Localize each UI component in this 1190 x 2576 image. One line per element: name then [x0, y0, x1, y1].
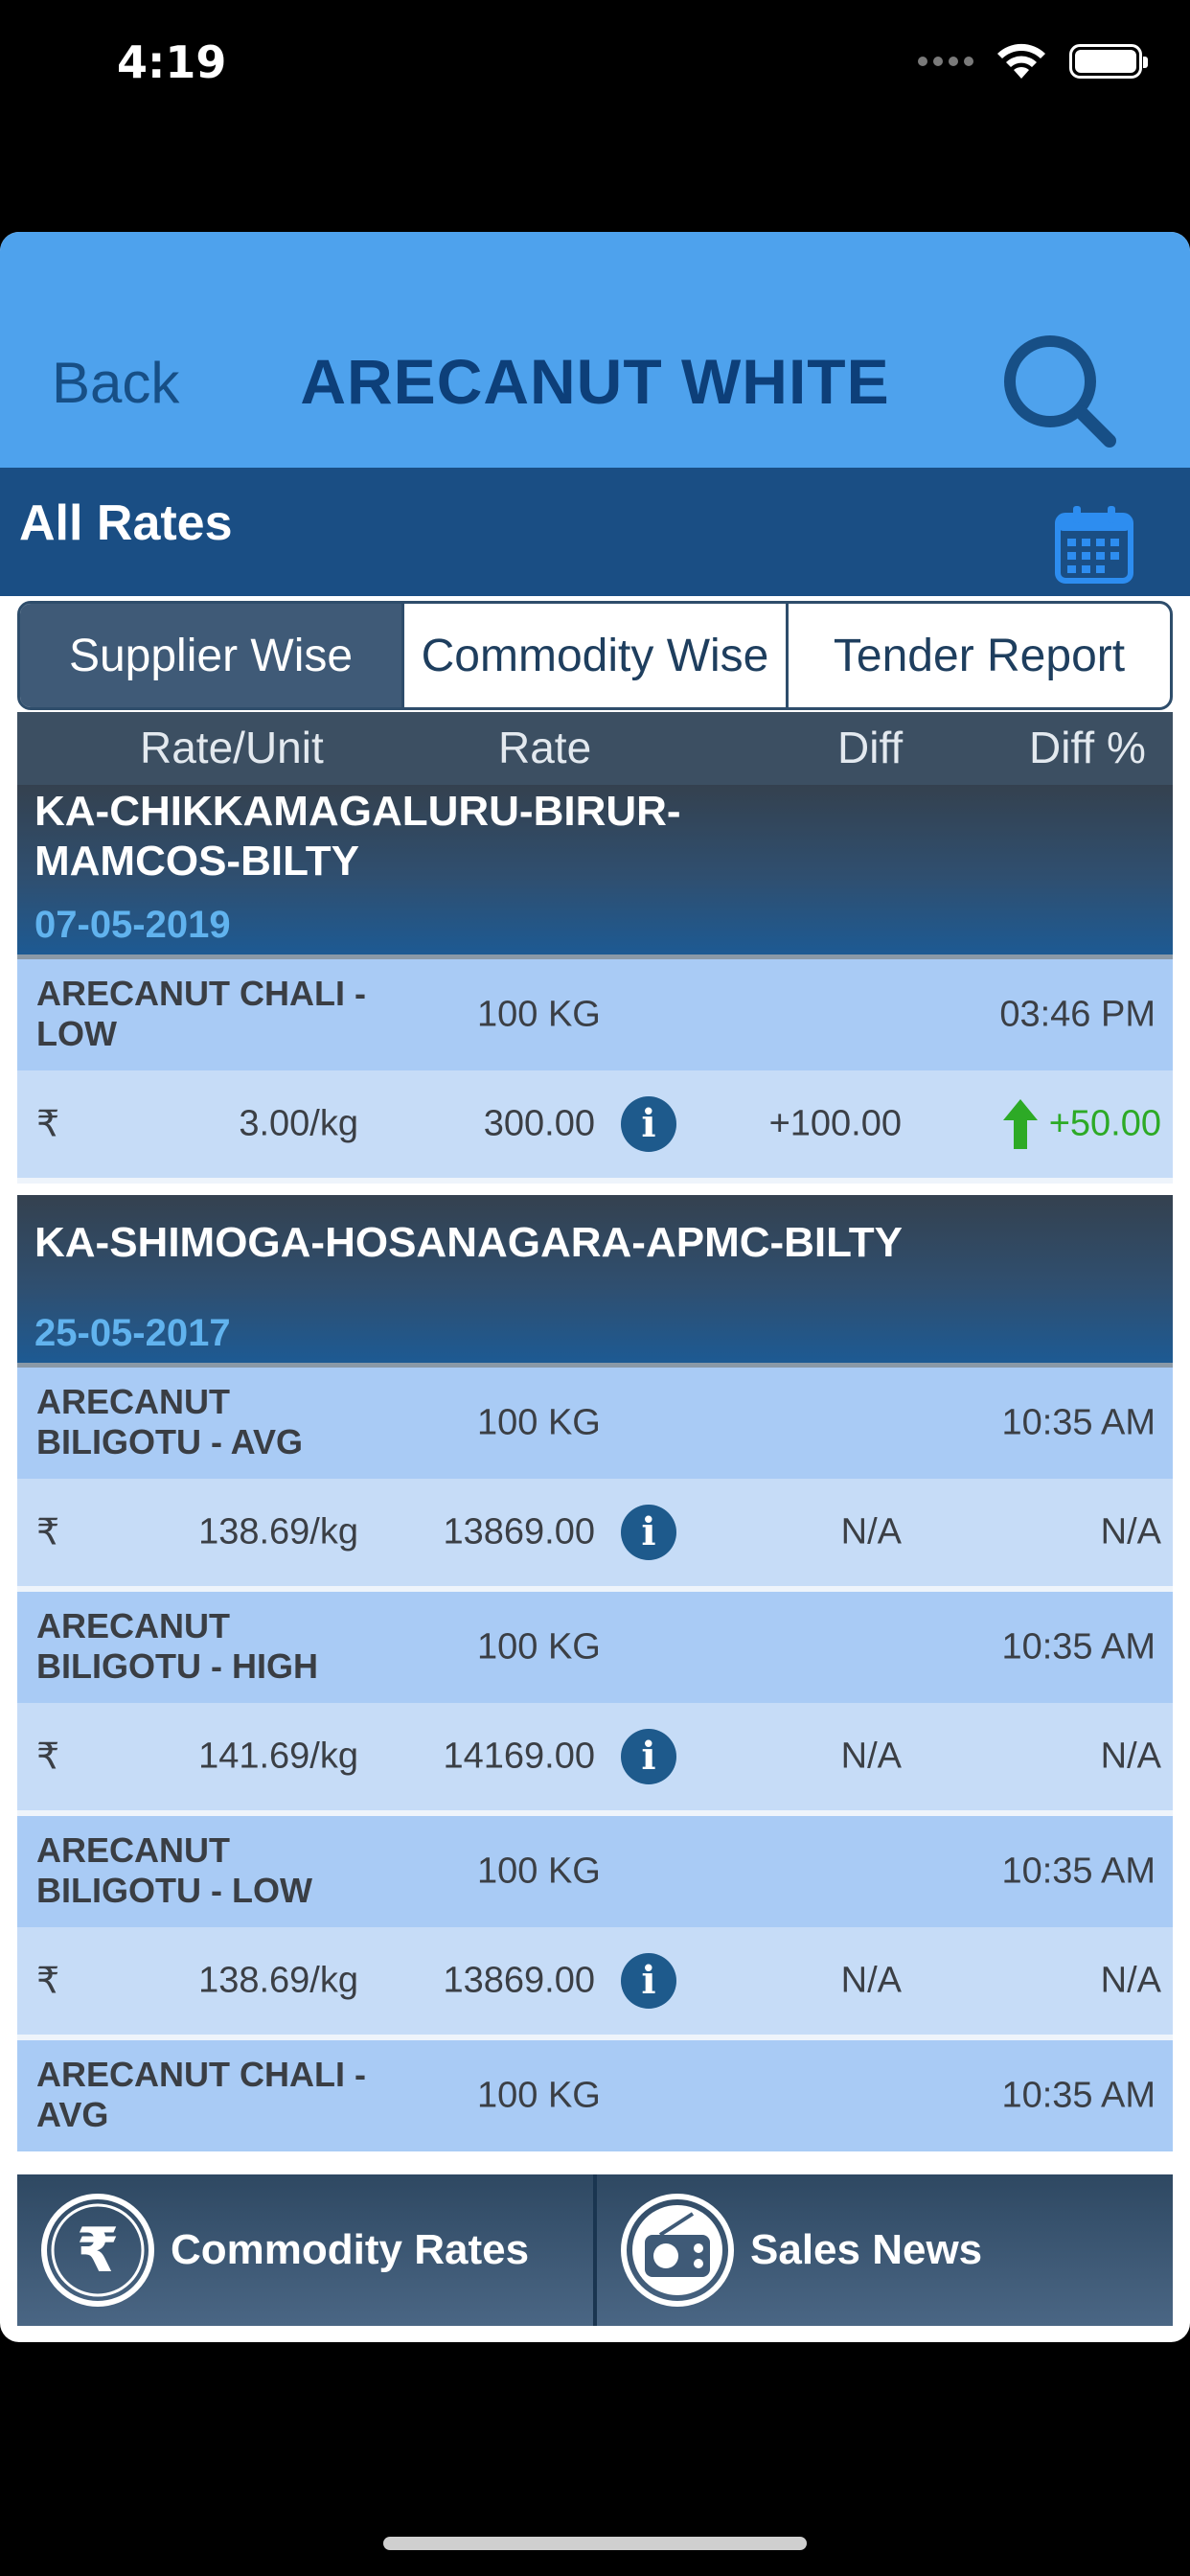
item-rate: 14169.00 — [443, 1736, 596, 1777]
home-indicator[interactable] — [383, 2537, 807, 2550]
list-item[interactable]: ARECANUT CHALI - LOW 100 KG 03:46 PM ₹ 3… — [17, 959, 1173, 1184]
up-arrow-icon — [1003, 1099, 1038, 1149]
item-name: ARECANUT BILIGOTU - HIGH — [36, 1606, 318, 1686]
info-icon[interactable]: i — [621, 1096, 676, 1152]
item-time: 10:35 AM — [1001, 2075, 1156, 2116]
item-diff-pct: N/A — [1100, 1960, 1161, 2001]
item-name: ARECANUT BILIGOTU - AVG — [36, 1382, 303, 1461]
item-diff-pct: +50.00 — [1048, 1103, 1161, 1144]
segment-tabs: Supplier Wise Commodity Wise Tender Repo… — [17, 601, 1173, 710]
column-rate-unit: Rate/Unit — [140, 723, 324, 772]
currency-symbol: ₹ — [36, 1961, 60, 2002]
item-rate: 13869.00 — [443, 1511, 596, 1552]
wifi-icon — [997, 43, 1045, 79]
item-diff: N/A — [840, 1736, 902, 1777]
tab-label: Commodity Rates — [171, 2226, 530, 2273]
group-name: KA-SHIMOGA-HOSANAGARA-APMC-BILTY — [34, 1219, 903, 1266]
item-rate: 13869.00 — [443, 1960, 596, 2001]
column-header-row: Rate/Unit Rate Diff Diff % — [17, 712, 1173, 785]
svg-text:₹: ₹ — [77, 2216, 120, 2287]
list-item[interactable]: ARECANUT BILIGOTU - HIGH 100 KG 10:35 AM… — [17, 1592, 1173, 1816]
currency-symbol: ₹ — [36, 1512, 60, 1553]
search-icon[interactable] — [996, 328, 1121, 452]
section-title: All Rates — [19, 495, 233, 551]
rates-list[interactable]: Rate/Unit Rate Diff Diff % KA-CHIKKAMAGA… — [17, 712, 1173, 2157]
info-icon[interactable]: i — [621, 1953, 676, 2009]
item-diff: +100.00 — [768, 1103, 902, 1144]
cellular-signal-icon — [918, 57, 973, 66]
currency-symbol: ₹ — [36, 1104, 60, 1145]
info-icon[interactable]: i — [621, 1729, 676, 1784]
item-unit: 100 KG — [477, 1626, 601, 1668]
tab-supplier-wise[interactable]: Supplier Wise — [20, 604, 401, 707]
item-diff-pct: N/A — [1100, 1511, 1161, 1552]
item-title-row: ARECANUT BILIGOTU - LOW 100 KG 10:35 AM — [17, 1816, 1173, 1927]
item-time: 10:35 AM — [1001, 1851, 1156, 1892]
item-title-row: ARECANUT CHALI - LOW 100 KG 03:46 PM — [17, 959, 1173, 1070]
item-name: ARECANUT CHALI - AVG — [36, 2055, 366, 2134]
group-header: KA-SHIMOGA-HOSANAGARA-APMC-BILTY 25-05-2… — [17, 1195, 1173, 1368]
item-rate-unit: 138.69/kg — [198, 1960, 358, 2001]
app-window: Back ARECANUT WHITE All Rates Supplier W… — [0, 232, 1190, 2342]
item-title-row: ARECANUT CHALI - AVG 100 KG 10:35 AM — [17, 2040, 1173, 2151]
item-unit: 100 KG — [477, 1402, 601, 1443]
item-rate-row: ₹ 141.69/kg 14169.00 i N/A N/A — [17, 1703, 1173, 1816]
list-item[interactable]: ARECANUT BILIGOTU - AVG 100 KG 10:35 AM … — [17, 1368, 1173, 1592]
status-icons — [918, 42, 1148, 80]
item-rate-unit: 141.69/kg — [198, 1736, 358, 1777]
item-time: 10:35 AM — [1001, 1626, 1156, 1668]
item-rate: 300.00 — [483, 1103, 595, 1144]
item-name: ARECANUT BILIGOTU - LOW — [36, 1830, 312, 1910]
item-rate-row: ₹ 138.69/kg 13869.00 i N/A N/A — [17, 1927, 1173, 2040]
item-unit: 100 KG — [477, 2075, 601, 2116]
list-item[interactable]: ARECANUT BILIGOTU - LOW 100 KG 10:35 AM … — [17, 1816, 1173, 2040]
tab-tender-report[interactable]: Tender Report — [786, 604, 1170, 707]
group-date: 07-05-2019 — [34, 904, 231, 946]
calendar-icon[interactable] — [1054, 504, 1134, 585]
nav-bar: Back ARECANUT WHITE — [0, 232, 1190, 468]
tab-sales-news[interactable]: Sales News — [593, 2174, 1173, 2326]
tab-commodity-rates[interactable]: ₹ Commodity Rates — [17, 2174, 593, 2326]
item-name: ARECANUT CHALI - LOW — [36, 974, 366, 1053]
item-time: 10:35 AM — [1001, 1402, 1156, 1443]
item-rate-row: ₹ 3.00/kg 300.00 i +100.00 +50.00 — [17, 1070, 1173, 1184]
battery-icon — [1069, 44, 1148, 79]
group-date: 25-05-2017 — [34, 1312, 231, 1354]
item-rate-unit: 138.69/kg — [198, 1511, 358, 1552]
column-rate: Rate — [498, 723, 592, 772]
list-item[interactable]: ARECANUT CHALI - AVG 100 KG 10:35 AM — [17, 2040, 1173, 2151]
item-unit: 100 KG — [477, 994, 601, 1035]
item-time: 03:46 PM — [999, 994, 1156, 1035]
tab-label: Sales News — [750, 2226, 983, 2273]
item-diff: N/A — [840, 1511, 902, 1552]
sub-header: All Rates — [0, 468, 1190, 596]
item-title-row: ARECANUT BILIGOTU - AVG 100 KG 10:35 AM — [17, 1368, 1173, 1479]
group-header: KA-CHIKKAMAGALURU-BIRUR-MAMCOS-BILTY 07-… — [17, 785, 1173, 959]
bottom-tab-bar: ₹ Commodity Rates Sales News — [17, 2174, 1173, 2326]
group-name: KA-CHIKKAMAGALURU-BIRUR-MAMCOS-BILTY — [34, 788, 681, 885]
column-diff: Diff — [837, 723, 904, 772]
tab-commodity-wise[interactable]: Commodity Wise — [401, 604, 786, 707]
column-diff-pct: Diff % — [1029, 723, 1146, 772]
info-icon[interactable]: i — [621, 1505, 676, 1560]
item-unit: 100 KG — [477, 1851, 601, 1892]
status-time: 4:19 — [117, 36, 227, 88]
currency-symbol: ₹ — [36, 1736, 60, 1778]
rupee-icon: ₹ — [41, 2194, 154, 2307]
item-rate-row: ₹ 138.69/kg 13869.00 i N/A N/A — [17, 1479, 1173, 1592]
item-rate-unit: 3.00/kg — [239, 1103, 358, 1144]
radio-icon — [621, 2194, 734, 2307]
item-diff: N/A — [840, 1960, 902, 2001]
item-diff-pct: N/A — [1100, 1736, 1161, 1777]
item-title-row: ARECANUT BILIGOTU - HIGH 100 KG 10:35 AM — [17, 1592, 1173, 1703]
